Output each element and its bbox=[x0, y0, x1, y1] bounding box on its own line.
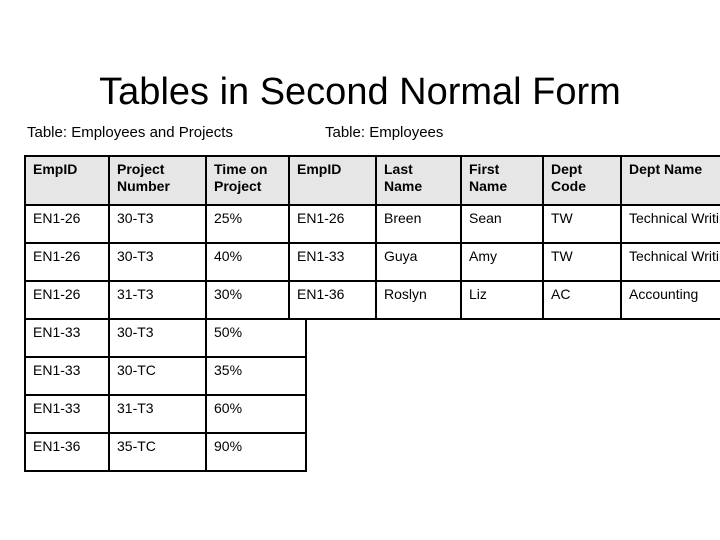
column-header-empid: EmpID bbox=[24, 155, 110, 206]
table-caption-employees-projects: Table: Employees and Projects bbox=[27, 124, 233, 141]
table-row: EN1-26 30-T3 25% bbox=[24, 204, 307, 244]
cell-last-name: Roslyn bbox=[375, 280, 462, 320]
table-row: EN1-36 Roslyn Liz AC Accounting bbox=[288, 280, 720, 320]
table-row: EN1-36 35-TC 90% bbox=[24, 432, 307, 472]
cell-project-number: 30-T3 bbox=[108, 204, 207, 244]
page-title: Tables in Second Normal Form bbox=[99, 71, 621, 114]
cell-empid: EN1-26 bbox=[24, 204, 110, 244]
table-row: EN1-26 Breen Sean TW Technical Writing bbox=[288, 204, 720, 244]
cell-dept-name: Technical Writing bbox=[620, 204, 720, 244]
column-header-last-name: Last Name bbox=[375, 155, 462, 206]
column-header-empid: EmpID bbox=[288, 155, 377, 206]
cell-empid: EN1-26 bbox=[288, 204, 377, 244]
cell-empid: EN1-36 bbox=[24, 432, 110, 472]
table-employees: EmpID Last Name First Name Dept Code Dep… bbox=[288, 155, 720, 320]
cell-last-name: Breen bbox=[375, 204, 462, 244]
cell-dept-code: TW bbox=[542, 242, 622, 282]
cell-empid: EN1-33 bbox=[24, 394, 110, 434]
cell-dept-name: Accounting bbox=[620, 280, 720, 320]
cell-dept-code: TW bbox=[542, 204, 622, 244]
table-row: EN1-33 30-T3 50% bbox=[24, 318, 307, 358]
cell-first-name: Sean bbox=[460, 204, 544, 244]
cell-empid: EN1-33 bbox=[288, 242, 377, 282]
table-row: EN1-26 31-T3 30% bbox=[24, 280, 307, 320]
cell-first-name: Liz bbox=[460, 280, 544, 320]
table-caption-employees: Table: Employees bbox=[325, 124, 444, 141]
cell-last-name: Guya bbox=[375, 242, 462, 282]
cell-time-on-project: 50% bbox=[205, 318, 307, 358]
cell-project-number: 30-TC bbox=[108, 356, 207, 396]
cell-first-name: Amy bbox=[460, 242, 544, 282]
table-row: EN1-33 Guya Amy TW Technical Writing bbox=[288, 242, 720, 282]
cell-dept-code: AC bbox=[542, 280, 622, 320]
cell-empid: EN1-33 bbox=[24, 318, 110, 358]
table-row: EN1-33 30-TC 35% bbox=[24, 356, 307, 396]
column-header-project-number: Project Number bbox=[108, 155, 207, 206]
cell-project-number: 31-T3 bbox=[108, 394, 207, 434]
cell-project-number: 31-T3 bbox=[108, 280, 207, 320]
cell-project-number: 35-TC bbox=[108, 432, 207, 472]
cell-time-on-project: 60% bbox=[205, 394, 307, 434]
cell-empid: EN1-33 bbox=[24, 356, 110, 396]
table-row: EN1-33 31-T3 60% bbox=[24, 394, 307, 434]
table-row: EN1-26 30-T3 40% bbox=[24, 242, 307, 282]
cell-time-on-project: 35% bbox=[205, 356, 307, 396]
cell-empid: EN1-26 bbox=[24, 280, 110, 320]
cell-time-on-project: 90% bbox=[205, 432, 307, 472]
cell-empid: EN1-26 bbox=[24, 242, 110, 282]
cell-project-number: 30-T3 bbox=[108, 242, 207, 282]
column-header-dept-name: Dept Name bbox=[620, 155, 720, 206]
cell-project-number: 30-T3 bbox=[108, 318, 207, 358]
table-header-row: EmpID Project Number Time on Project bbox=[24, 155, 307, 206]
table-employees-and-projects: EmpID Project Number Time on Project EN1… bbox=[24, 155, 307, 472]
cell-empid: EN1-36 bbox=[288, 280, 377, 320]
column-header-first-name: First Name bbox=[460, 155, 544, 206]
table-header-row: EmpID Last Name First Name Dept Code Dep… bbox=[288, 155, 720, 206]
slide-canvas: Tables in Second Normal Form Table: Empl… bbox=[0, 0, 720, 540]
cell-dept-name: Technical Writing bbox=[620, 242, 720, 282]
column-header-dept-code: Dept Code bbox=[542, 155, 622, 206]
